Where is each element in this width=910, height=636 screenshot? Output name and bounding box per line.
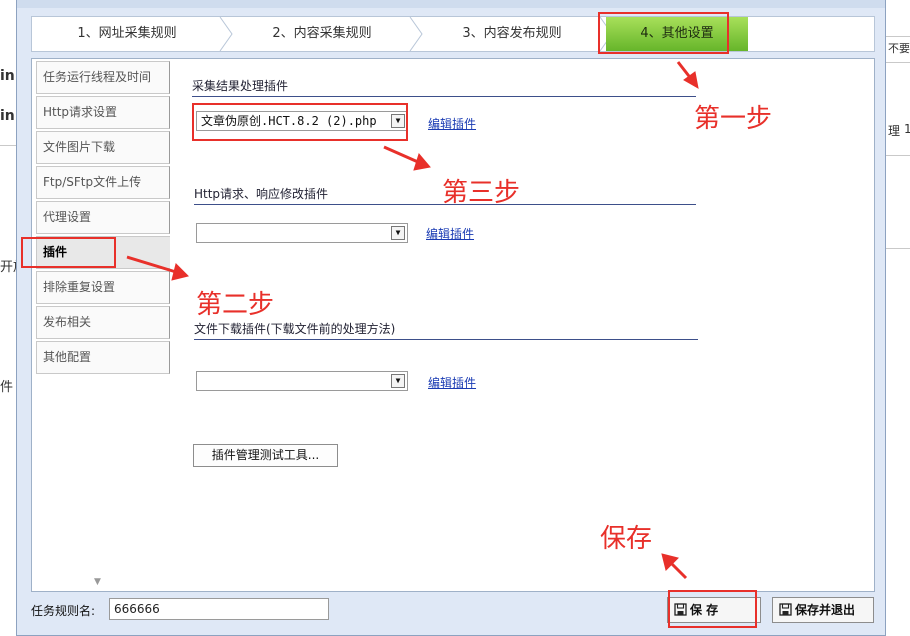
annotation-step3: 第三步 [442,178,521,208]
tab-publish-rules[interactable]: 3、内容发布规则 [422,17,602,51]
scroll-down-icon[interactable]: ▼ [94,577,101,587]
background-divider [886,155,910,156]
sidebar-item-other[interactable]: 其他配置 [36,341,170,374]
edit-result-plugin-link[interactable]: 编辑插件 [428,115,476,132]
download-plugin-title: 文件下载插件(下载文件前的处理方法) [194,320,698,340]
content-panel: 任务运行线程及时间 Http请求设置 文件图片下载 Ftp/SFtp文件上传 代… [31,58,875,592]
highlight-other-settings-tab [598,12,729,54]
dialog-title-strip [17,0,885,8]
annotation-step2: 第二步 [196,290,275,320]
settings-sidebar: 任务运行线程及时间 Http请求设置 文件图片下载 Ftp/SFtp文件上传 代… [32,59,170,591]
sidebar-item-http[interactable]: Http请求设置 [36,96,170,129]
background-text: 1 [904,122,910,136]
highlight-plugins-item [21,237,116,268]
sidebar-item-thread-time[interactable]: 任务运行线程及时间 [36,61,170,94]
wizard-steps: 1、网址采集规则 2、内容采集规则 3、内容发布规则 4、其他设置 [31,16,875,52]
sidebar-item-proxy[interactable]: 代理设置 [36,201,170,234]
background-divider [886,62,910,63]
chevron-down-icon[interactable]: ▼ [391,374,405,388]
sidebar-item-ftp[interactable]: Ftp/SFtp文件上传 [36,166,170,199]
annotation-save: 保存 [600,524,653,554]
background-text: in [0,108,15,124]
download-plugin-select[interactable]: ▼ [196,371,408,391]
sidebar-item-dedupe[interactable]: 排除重复设置 [36,271,170,304]
edit-download-plugin-link[interactable]: 编辑插件 [428,374,476,391]
task-name-input[interactable]: 666666 [109,598,329,620]
highlight-result-plugin-select [192,103,408,141]
settings-dialog: 1、网址采集规则 2、内容采集规则 3、内容发布规则 4、其他设置 任务运行线程… [16,0,886,636]
background-divider [886,248,910,249]
save-icon [779,603,792,616]
http-plugin-select[interactable]: ▼ [196,223,408,243]
annotation-step1: 第一步 [694,104,773,134]
background-divider [886,36,910,37]
background-text: 不要 [888,42,910,55]
background-divider [0,145,16,146]
background-text: in [0,68,15,84]
highlight-save-button [668,590,757,628]
sidebar-item-publish[interactable]: 发布相关 [36,306,170,339]
chevron-down-icon[interactable]: ▼ [391,226,405,240]
save-and-exit-button[interactable]: 保存并退出 [772,597,874,623]
task-name-label: 任务规则名: [31,604,96,618]
tab-url-rules[interactable]: 1、网址采集规则 [32,17,222,51]
save-and-exit-label: 保存并退出 [795,603,856,617]
edit-http-plugin-link[interactable]: 编辑插件 [426,225,474,242]
sidebar-item-download[interactable]: 文件图片下载 [36,131,170,164]
background-text: 理 [888,124,901,138]
plugin-test-tool-button[interactable]: 插件管理测试工具... [193,444,338,467]
background-text: 件 [0,380,14,395]
result-plugin-title: 采集结果处理插件 [192,77,696,97]
tab-content-rules[interactable]: 2、内容采集规则 [232,17,412,51]
